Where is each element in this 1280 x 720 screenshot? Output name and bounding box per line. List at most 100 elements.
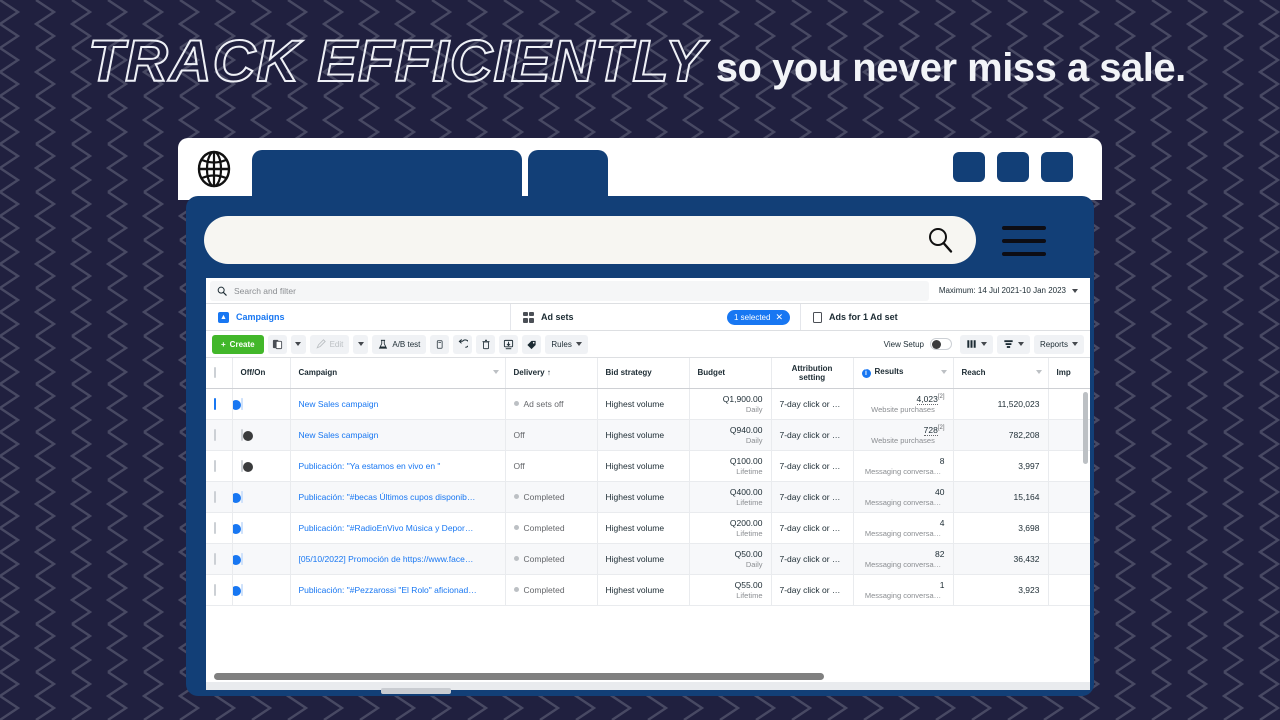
rules-button[interactable]: Rules: [545, 334, 588, 354]
row-impressions-cell: [1048, 481, 1090, 513]
duplicate-button[interactable]: [267, 334, 287, 354]
table-row[interactable]: [05/10/2022] Promoción de https://www.fa…: [206, 543, 1090, 575]
close-icon[interactable]: ✕: [775, 312, 783, 323]
table-row[interactable]: Publicación: "#Pezzarossi "El Rolo" afic…: [206, 574, 1090, 606]
row-campaign-cell[interactable]: Publicación: "#becas Últimos cupos dispo…: [290, 481, 506, 513]
row-campaign-cell[interactable]: Publicación: "Ya estamos en vivo en ": [290, 450, 506, 482]
chevron-down-icon[interactable]: [1035, 370, 1042, 374]
campaign-link[interactable]: Publicación: "#RadioEnVivo Música y Depo…: [299, 523, 474, 533]
row-checkbox[interactable]: [214, 490, 216, 503]
vertical-scrollbar[interactable]: [1083, 392, 1088, 464]
horizontal-scrollbar-track[interactable]: [206, 671, 1090, 682]
row-checkbox-cell[interactable]: [206, 481, 233, 513]
row-toggle-cell[interactable]: [232, 481, 291, 513]
search-input[interactable]: Search and filter: [210, 280, 929, 301]
table-row[interactable]: Publicación: "Ya estamos en vivo en " Off…: [206, 450, 1090, 482]
row-checkbox-cell[interactable]: [206, 512, 233, 544]
campaign-link[interactable]: New Sales campaign: [299, 399, 379, 409]
row-toggle-cell[interactable]: [232, 574, 291, 606]
close-button[interactable]: [1041, 152, 1073, 182]
table-row[interactable]: New Sales campaign Ad sets off Highest vol…: [206, 388, 1090, 420]
view-setup-toggle[interactable]: View Setup: [884, 338, 952, 350]
row-toggle-cell[interactable]: [232, 543, 291, 575]
chevron-down-icon[interactable]: [940, 370, 947, 374]
row-checkbox[interactable]: [214, 521, 216, 534]
breakdown-button[interactable]: [996, 334, 1030, 354]
row-checkbox[interactable]: [214, 552, 216, 565]
row-campaign-cell[interactable]: Publicación: "#Pezzarossi "El Rolo" afic…: [290, 574, 506, 606]
row-checkbox[interactable]: [214, 397, 216, 410]
table-row[interactable]: Publicación: "#becas Últimos cupos dispo…: [206, 481, 1090, 513]
row-campaign-cell[interactable]: New Sales campaign: [290, 388, 506, 420]
row-on-off-toggle[interactable]: [232, 552, 243, 565]
copy-button[interactable]: [430, 334, 450, 354]
row-toggle-cell[interactable]: [232, 419, 291, 451]
th-delivery[interactable]: Delivery ↑: [505, 358, 598, 389]
browser-tab-2[interactable]: [528, 150, 608, 200]
row-toggle-cell[interactable]: [232, 450, 291, 482]
campaign-link[interactable]: Publicación: "#becas Últimos cupos dispo…: [299, 492, 476, 502]
duplicate-dropdown-button[interactable]: [290, 334, 306, 354]
row-attribution-cell: 7-day click or …: [771, 388, 854, 420]
row-on-off-toggle[interactable]: [240, 428, 253, 441]
minimize-button[interactable]: [953, 152, 985, 182]
attribution-value: 7-day click or …: [779, 553, 841, 564]
th-reach[interactable]: Reach: [953, 358, 1049, 389]
view-setup-switch[interactable]: [929, 338, 952, 350]
row-on-off-toggle[interactable]: [240, 459, 253, 472]
edit-button[interactable]: Edit: [309, 334, 350, 354]
th-results[interactable]: i Results: [853, 358, 954, 389]
chevron-down-icon[interactable]: [492, 370, 499, 374]
budget-period: Lifetime: [736, 528, 763, 538]
row-toggle-cell[interactable]: [232, 512, 291, 544]
tag-button[interactable]: [522, 334, 542, 354]
th-campaign[interactable]: Campaign: [290, 358, 506, 389]
row-campaign-cell[interactable]: Publicación: "#RadioEnVivo Música y Depo…: [290, 512, 506, 544]
ab-test-button[interactable]: A/B test: [372, 334, 427, 354]
table-row[interactable]: New Sales campaign Off Highest volume Q940.…: [206, 419, 1090, 451]
row-campaign-cell[interactable]: New Sales campaign: [290, 419, 506, 451]
edit-dropdown-button[interactable]: [353, 334, 369, 354]
row-on-off-toggle[interactable]: [232, 583, 243, 596]
columns-button[interactable]: [959, 334, 993, 354]
view-setup-label: View Setup: [883, 339, 924, 349]
campaign-link[interactable]: New Sales campaign: [299, 430, 379, 440]
browser-tab-1[interactable]: [252, 150, 522, 200]
tab-ads[interactable]: Ads for 1 Ad set: [801, 304, 1090, 330]
hero-search-input[interactable]: [204, 216, 976, 264]
select-all-checkbox[interactable]: [214, 367, 216, 379]
row-on-off-toggle[interactable]: [232, 490, 243, 503]
delete-button[interactable]: [476, 334, 496, 354]
campaign-link[interactable]: Publicación: "Ya estamos en vivo en ": [299, 461, 441, 471]
hamburger-menu-icon[interactable]: [1002, 226, 1046, 256]
date-range-picker[interactable]: Maximum: 14 Jul 2021-10 Jan 2023: [929, 281, 1086, 301]
campaign-link[interactable]: Publicación: "#Pezzarossi "El Rolo" afic…: [299, 585, 477, 595]
row-toggle-cell[interactable]: [232, 388, 291, 420]
row-checkbox-cell[interactable]: [206, 388, 233, 420]
row-on-off-toggle[interactable]: [232, 397, 243, 410]
create-button[interactable]: + Create: [212, 334, 264, 354]
row-checkbox[interactable]: [214, 459, 216, 472]
reports-button[interactable]: Reports: [1033, 334, 1084, 354]
row-checkbox[interactable]: [214, 583, 216, 596]
revert-button[interactable]: [453, 334, 473, 354]
tab-adsets[interactable]: Ad sets 1 selected ✕: [511, 304, 801, 330]
table-row[interactable]: Publicación: "#RadioEnVivo Música y Depo…: [206, 512, 1090, 544]
adsets-selected-badge[interactable]: 1 selected ✕: [726, 309, 790, 325]
row-checkbox-cell[interactable]: [206, 450, 233, 482]
campaign-link[interactable]: [05/10/2022] Promoción de https://www.fa…: [299, 554, 474, 564]
row-checkbox-cell[interactable]: [206, 574, 233, 606]
export-button[interactable]: [499, 334, 519, 354]
row-checkbox-cell[interactable]: [206, 419, 233, 451]
row-on-off-toggle[interactable]: [232, 521, 243, 534]
maximize-button[interactable]: [997, 152, 1029, 182]
row-checkbox[interactable]: [214, 428, 216, 441]
delivery-status: Off: [514, 430, 589, 440]
tab-campaigns[interactable]: ▲ Campaigns: [206, 304, 511, 330]
info-icon[interactable]: i: [861, 369, 871, 379]
row-campaign-cell[interactable]: [05/10/2022] Promoción de https://www.fa…: [290, 543, 506, 575]
row-bid-cell: Highest volume: [597, 543, 690, 575]
row-checkbox-cell[interactable]: [206, 543, 233, 575]
horizontal-scrollbar-thumb[interactable]: [214, 673, 824, 680]
th-select-all[interactable]: [206, 358, 233, 389]
